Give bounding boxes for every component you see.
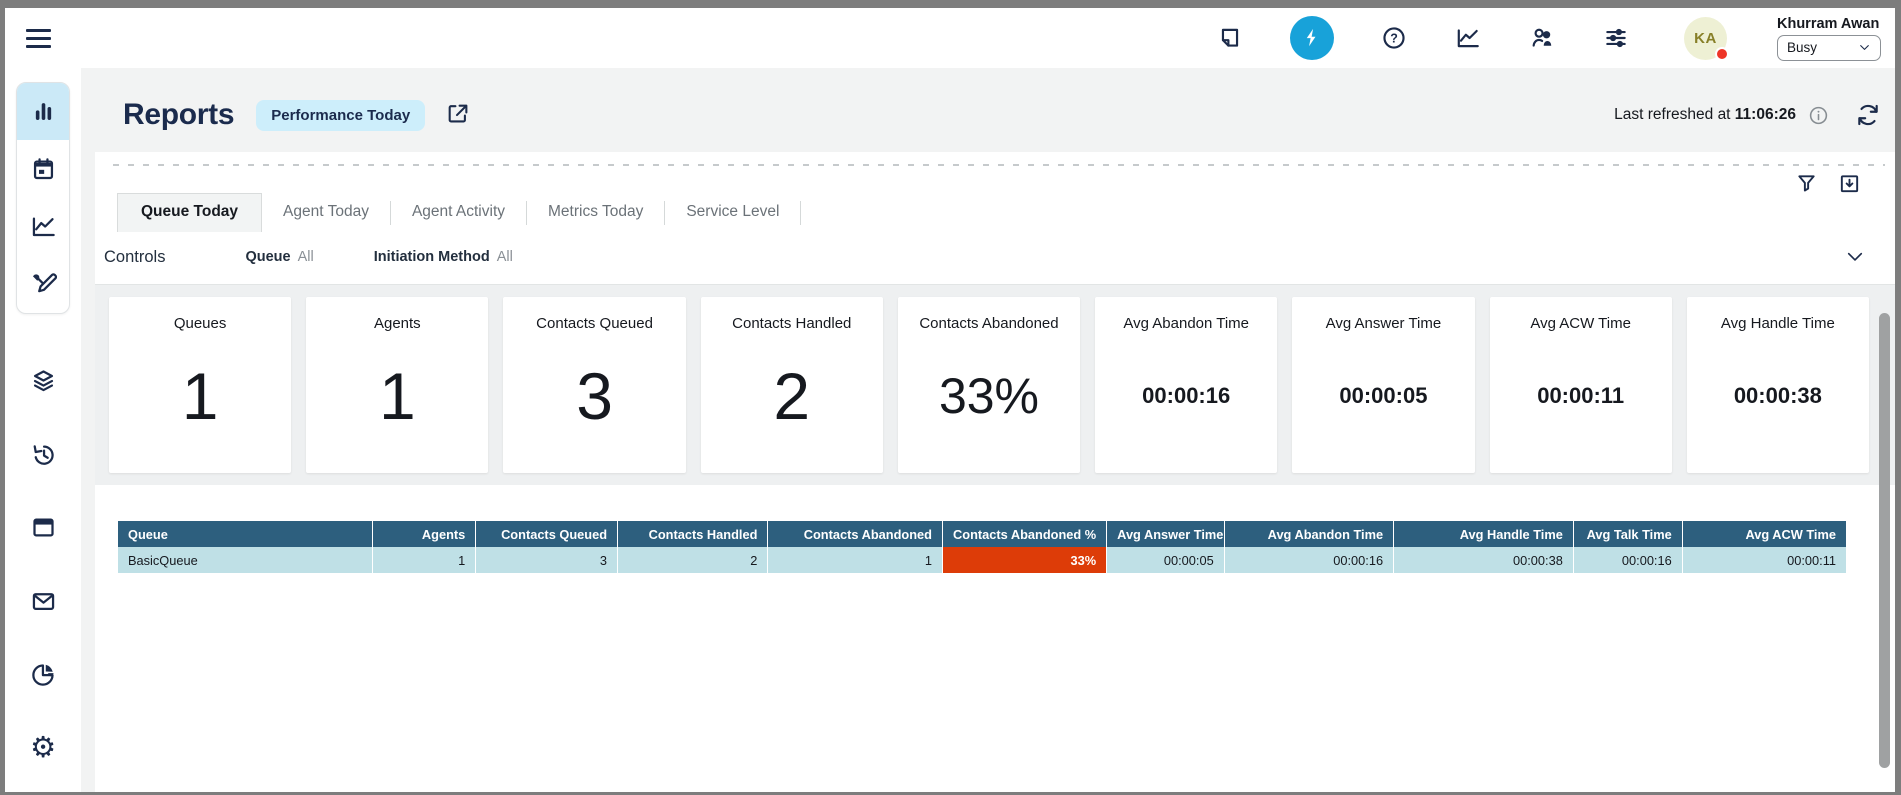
kpi-cards: Queues 1 Agents 1 Contacts Queued 3 Cont… xyxy=(95,285,1895,485)
col-contacts-queued: Contacts Queued xyxy=(476,521,618,547)
col-contacts-handled: Contacts Handled xyxy=(618,521,768,547)
table-row[interactable]: BasicQueue 1 3 2 1 33% 00:00:05 00:00:16… xyxy=(118,547,1847,573)
kpi-card-avg-abandon-time: Avg Abandon Time 00:00:16 xyxy=(1095,297,1277,473)
user-name: Khurram Awan xyxy=(1777,16,1881,32)
app-window: ? KA Khurram Awan Busy xyxy=(0,0,1901,795)
kpi-card-contacts-handled: Contacts Handled 2 xyxy=(701,297,883,473)
tab-agent-activity[interactable]: Agent Activity xyxy=(391,194,526,232)
last-refreshed-text: Last refreshed at 11:06:26 xyxy=(1614,106,1796,124)
table-header-row: Queue Agents Contacts Queued Contacts Ha… xyxy=(118,521,1847,547)
kpi-card-contacts-abandoned: Contacts Abandoned 33% xyxy=(898,297,1080,473)
svg-text:?: ? xyxy=(1390,31,1398,45)
presence-dot xyxy=(1715,47,1729,61)
user-avatar[interactable]: KA xyxy=(1684,17,1727,60)
main-content: Reports Performance Today Last refreshed… xyxy=(81,68,1895,792)
people-icon[interactable] xyxy=(1528,24,1556,52)
download-icon[interactable] xyxy=(1838,172,1861,198)
controls-title: Controls xyxy=(104,248,165,267)
refresh-icon[interactable] xyxy=(1841,102,1881,128)
abandoned-pct-cell: 33% xyxy=(942,547,1106,573)
hamburger-menu-icon[interactable] xyxy=(26,29,51,48)
kpi-card-avg-handle-time: Avg Handle Time 00:00:38 xyxy=(1687,297,1869,473)
initiation-method-filter[interactable]: Initiation Method All xyxy=(374,249,513,265)
controls-bar: Controls Queue All Initiation Method All xyxy=(95,232,1895,285)
line-chart-icon[interactable] xyxy=(1454,24,1482,52)
sidebar-item-settings-gear[interactable]: ⚙ xyxy=(16,719,70,777)
sidebar-item-line-chart-metrics[interactable] xyxy=(17,198,69,255)
sidebar-item-bar-chart-reports[interactable] xyxy=(17,83,69,140)
page-title: Reports xyxy=(123,98,234,132)
top-bar: ? KA Khurram Awan Busy xyxy=(5,8,1895,68)
sidebar: ⚙ xyxy=(5,68,81,792)
info-icon[interactable] xyxy=(1808,105,1829,126)
sidebar-item-design-brush[interactable] xyxy=(17,255,69,312)
sidebar-item-history[interactable] xyxy=(16,425,70,483)
last-refreshed-time: 11:06:26 xyxy=(1735,106,1796,123)
page-header: Reports Performance Today Last refreshed… xyxy=(81,68,1895,136)
kpi-card-avg-acw-time: Avg ACW Time 00:00:11 xyxy=(1490,297,1672,473)
sidebar-item-pie-chart[interactable] xyxy=(16,645,70,703)
chevron-down-icon xyxy=(1858,41,1871,54)
col-avg-handle-time: Avg Handle Time xyxy=(1394,521,1574,547)
status-dropdown[interactable]: Busy xyxy=(1777,35,1881,61)
kpi-card-contacts-queued: Contacts Queued 3 xyxy=(503,297,685,473)
sidebar-item-browser-window[interactable] xyxy=(16,498,70,556)
panel-actions xyxy=(1795,172,1861,198)
col-avg-acw-time: Avg ACW Time xyxy=(1682,521,1846,547)
col-queue: Queue xyxy=(118,521,372,547)
kpi-card-queues: Queues 1 xyxy=(109,297,291,473)
lightning-icon[interactable] xyxy=(1290,16,1334,60)
user-block: Khurram Awan Busy xyxy=(1777,16,1881,61)
col-avg-talk-time: Avg Talk Time xyxy=(1573,521,1682,547)
filter-icon[interactable] xyxy=(1795,172,1818,198)
queue-filter[interactable]: Queue All xyxy=(245,249,313,265)
gear-icon: ⚙ xyxy=(30,733,56,762)
tab-metrics-today[interactable]: Metrics Today xyxy=(527,194,664,232)
refresh-area: Last refreshed at 11:06:26 xyxy=(1614,102,1885,128)
kpi-card-avg-answer-time: Avg Answer Time 00:00:05 xyxy=(1292,297,1474,473)
note-icon[interactable] xyxy=(1216,24,1244,52)
help-icon[interactable]: ? xyxy=(1380,24,1408,52)
queue-table: Queue Agents Contacts Queued Contacts Ha… xyxy=(118,521,1847,573)
status-value: Busy xyxy=(1787,40,1817,55)
sidebar-item-email[interactable] xyxy=(16,572,70,630)
col-agents: Agents xyxy=(372,521,476,547)
col-avg-answer-time: Avg Answer Time xyxy=(1107,521,1225,547)
vertical-scrollbar[interactable] xyxy=(1879,313,1890,768)
tab-divider xyxy=(800,201,801,225)
kpi-card-agents: Agents 1 xyxy=(306,297,488,473)
tab-service-level[interactable]: Service Level xyxy=(665,194,800,232)
performance-today-badge[interactable]: Performance Today xyxy=(256,100,425,131)
tab-queue-today[interactable]: Queue Today xyxy=(117,193,262,232)
sidebar-group xyxy=(16,82,70,314)
sidebar-item-layers[interactable] xyxy=(16,352,70,410)
collapse-chevron-icon[interactable] xyxy=(1845,247,1865,267)
external-link-icon[interactable] xyxy=(445,101,470,129)
dotted-separator xyxy=(113,164,1885,166)
sliders-icon[interactable] xyxy=(1602,24,1630,52)
report-panel: Queue Today Agent Today Agent Activity M… xyxy=(95,152,1895,792)
topbar-actions: ? KA Khurram Awan Busy xyxy=(1216,16,1895,61)
col-contacts-abandoned-pct: Contacts Abandoned % xyxy=(942,521,1106,547)
sidebar-item-calendar[interactable] xyxy=(17,140,69,197)
tab-agent-today[interactable]: Agent Today xyxy=(262,194,390,232)
tab-bar: Queue Today Agent Today Agent Activity M… xyxy=(117,194,1895,232)
col-avg-abandon-time: Avg Abandon Time xyxy=(1224,521,1393,547)
col-contacts-abandoned: Contacts Abandoned xyxy=(768,521,943,547)
